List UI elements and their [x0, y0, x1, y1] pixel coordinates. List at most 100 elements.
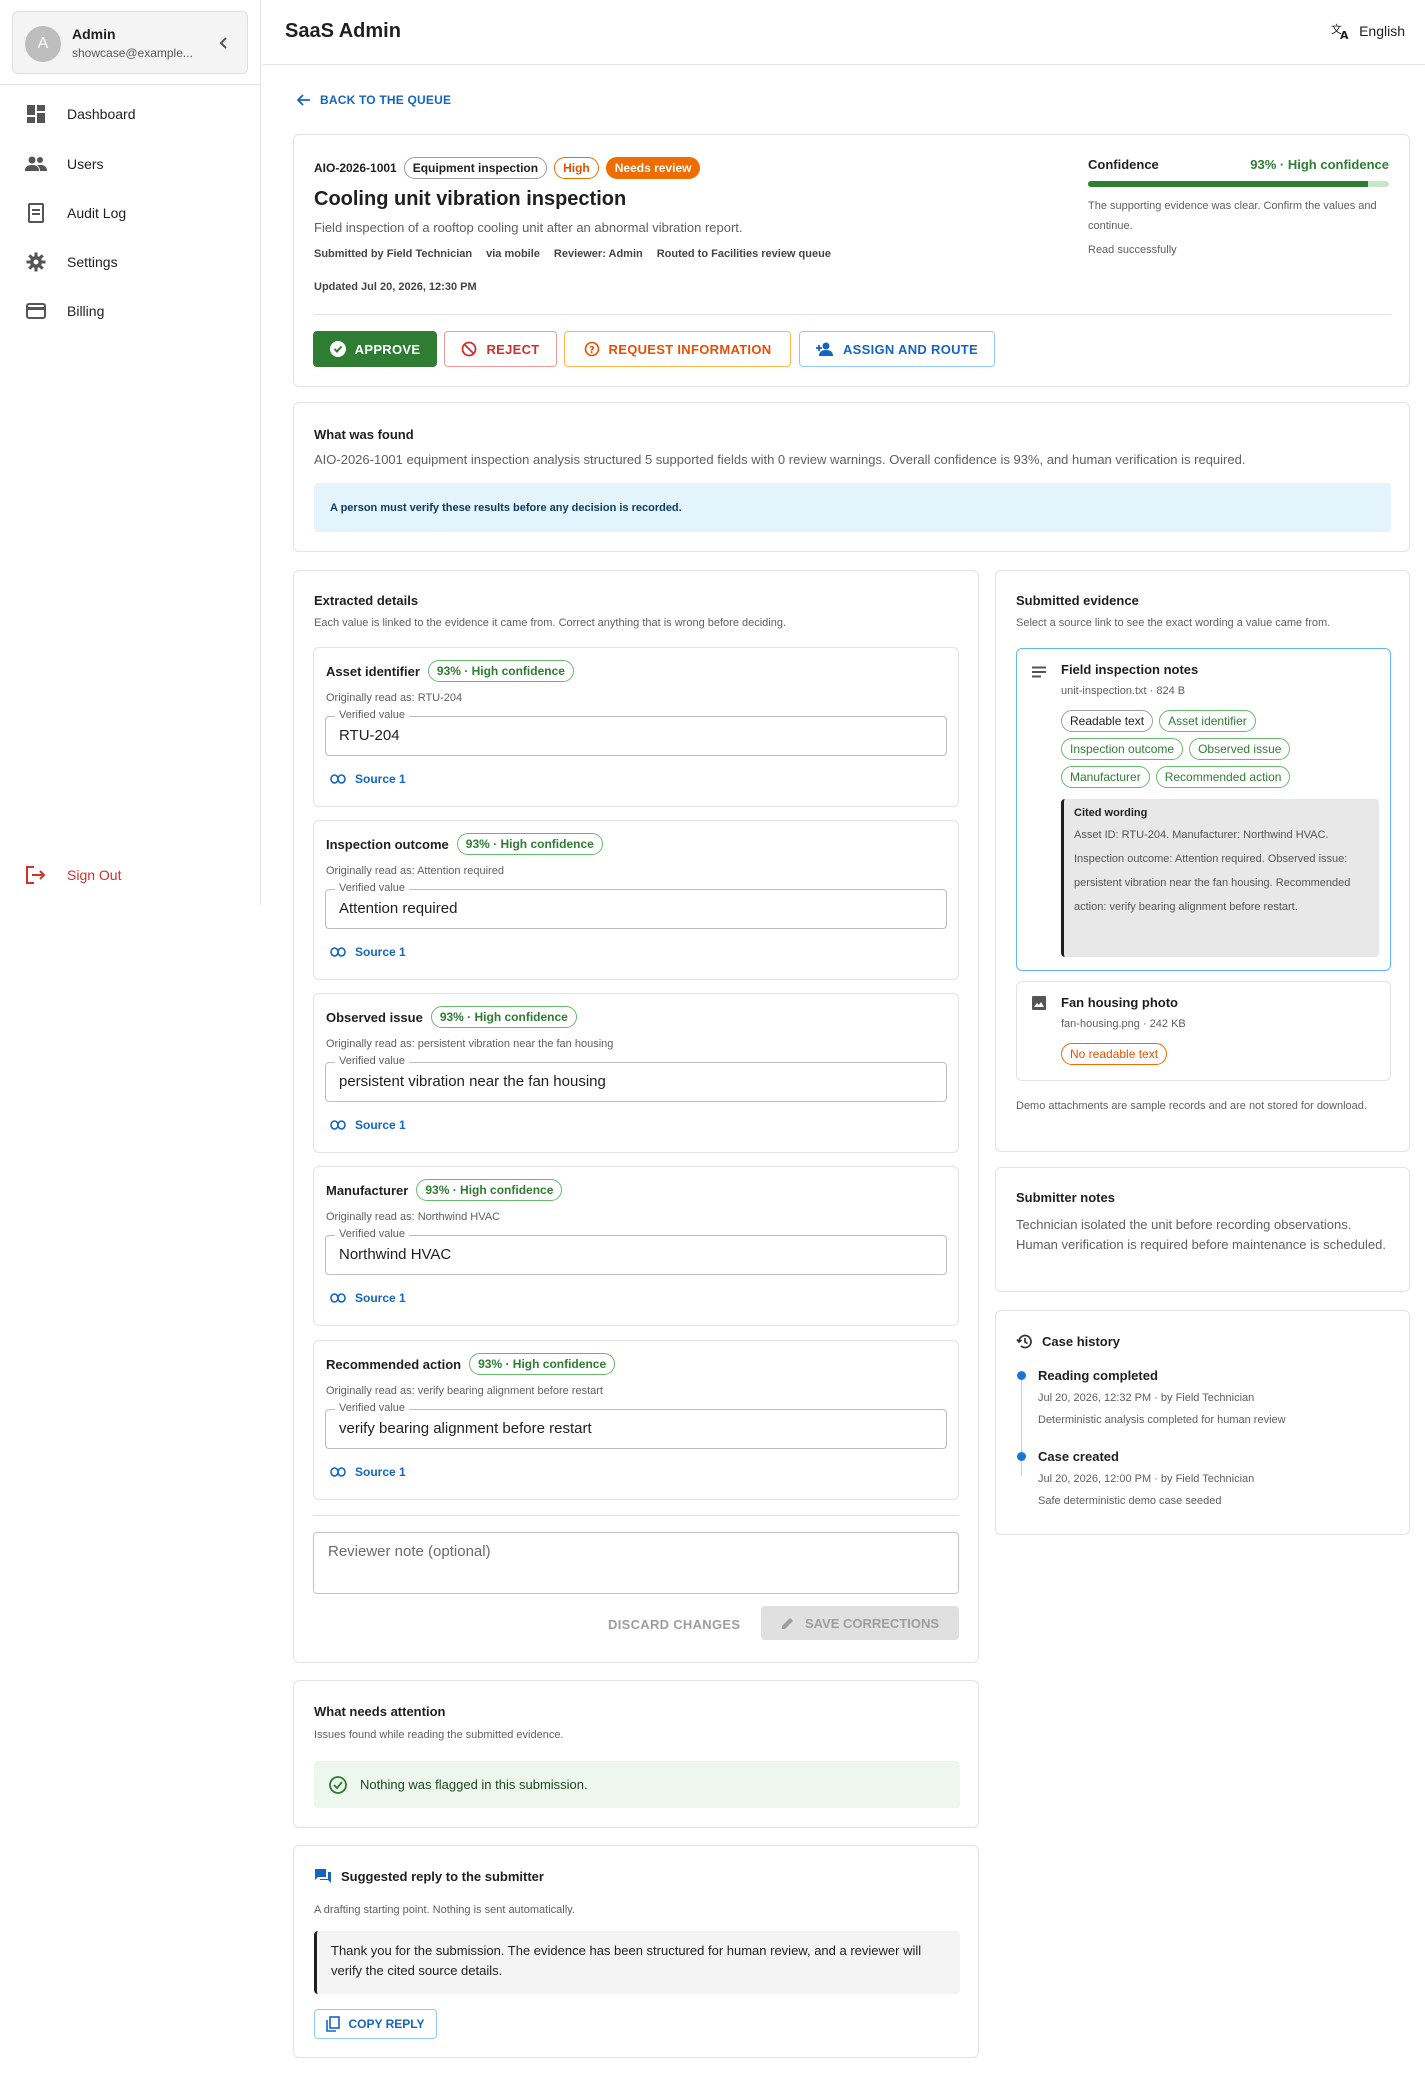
case-chip-row: AIO-2026-1001 Equipment inspection High … — [314, 157, 701, 179]
original-reading: Originally read as: Attention required — [326, 865, 504, 877]
field-header: Observed issue 93% · High confidence — [326, 1006, 577, 1028]
source-link[interactable]: Source 1 — [330, 1465, 406, 1479]
original-reading: Originally read as: RTU-204 — [326, 692, 463, 704]
evidence-item-fan-photo[interactable]: Fan housing photo fan-housing.png · 242 … — [1016, 981, 1391, 1081]
image-icon — [1032, 996, 1046, 1010]
discard-changes-button[interactable]: DISCARD CHANGES — [608, 1617, 740, 1632]
source-label: Source 1 — [355, 1118, 406, 1132]
case-title: Cooling unit vibration inspection — [314, 188, 627, 210]
confidence-label: Confidence — [1088, 157, 1159, 172]
field-name: Recommended action — [326, 1356, 462, 1372]
check-circle-outline-icon — [329, 1775, 347, 1794]
source-link[interactable]: Source 1 — [330, 772, 406, 786]
history-icon — [1016, 1334, 1032, 1349]
evidence-footnote: Demo attachments are sample records and … — [1016, 1100, 1367, 1112]
field-card-observed-issue: Observed issue 93% · High confidence Ori… — [313, 993, 959, 1153]
language-label: English — [1359, 23, 1405, 39]
source-link[interactable]: Source 1 — [330, 1118, 406, 1132]
link-icon — [330, 1293, 346, 1303]
assign-and-route-button[interactable]: ASSIGN AND ROUTE — [799, 331, 995, 367]
sign-out-button[interactable]: Sign Out — [0, 855, 261, 895]
what-was-found-card: What was found AIO-2026-1001 equipment i… — [293, 402, 1410, 552]
section-title: Submitted evidence — [1016, 593, 1139, 608]
back-to-queue-link[interactable]: BACK TO THE QUEUE — [297, 93, 451, 107]
input-label: Verified value — [335, 882, 410, 894]
profile-card[interactable]: A Admin showcase@example... — [12, 11, 248, 74]
divider — [314, 314, 1391, 315]
sidebar-item-label: Users — [67, 156, 104, 172]
field-name: Manufacturer — [326, 1182, 409, 1198]
confidence-chip: 93% · High confidence — [416, 1179, 563, 1201]
pencil-icon — [781, 1618, 793, 1629]
request-information-label: REQUEST INFORMATION — [608, 341, 772, 357]
tag-chip: Recommended action — [1155, 766, 1291, 788]
save-corrections-label: SAVE CORRECTIONS — [804, 1615, 940, 1631]
profile-name: Admin — [72, 26, 116, 42]
link-icon — [330, 1120, 346, 1130]
gear-icon — [25, 251, 47, 273]
source-link[interactable]: Source 1 — [330, 945, 406, 959]
source-link[interactable]: Source 1 — [330, 1291, 406, 1305]
history-event-detail: Deterministic analysis completed for hum… — [1038, 1414, 1286, 1426]
case-description: Field inspection of a rooftop cooling un… — [314, 220, 743, 235]
confidence-chip: 93% · High confidence — [427, 660, 574, 682]
credit-card-icon — [25, 300, 47, 322]
profile-email: showcase@example... — [72, 46, 193, 60]
confidence-bar — [1088, 181, 1389, 187]
section-title: Extracted details — [314, 593, 419, 608]
status-badge: Needs review — [605, 157, 701, 179]
case-history-card: Case history Reading completed Jul 20, 2… — [995, 1310, 1410, 1535]
input-value: Attention required — [339, 900, 458, 917]
verified-value-input[interactable]: Verified value RTU-204 — [325, 709, 947, 756]
language-selector[interactable]: 文A English — [1331, 22, 1405, 40]
copy-reply-label: COPY REPLY — [348, 2017, 425, 2031]
input-value: RTU-204 — [339, 727, 400, 744]
read-status: Read successfully — [1088, 244, 1177, 256]
collapse-sidebar-button[interactable] — [215, 34, 233, 52]
submitted-by: Submitted by Field Technician — [314, 248, 473, 260]
reviewer-note-input[interactable]: Reviewer note (optional) — [313, 1532, 959, 1594]
sidebar-item-users[interactable]: Users — [0, 144, 261, 184]
verified-value-input[interactable]: Verified value Attention required — [325, 882, 947, 929]
field-name: Inspection outcome — [326, 836, 449, 852]
verified-value-input[interactable]: Verified value persistent vibration near… — [325, 1055, 947, 1102]
section-title: Suggested reply to the submitter — [341, 1868, 544, 1884]
app-title: SaaS Admin — [285, 20, 401, 42]
request-information-button[interactable]: ? REQUEST INFORMATION — [564, 331, 791, 367]
history-event-meta: Jul 20, 2026, 12:32 PM · by Field Techni… — [1038, 1392, 1255, 1404]
sidebar-item-billing[interactable]: Billing — [0, 291, 261, 331]
timeline-dot — [1017, 1452, 1026, 1461]
divider — [313, 1515, 959, 1516]
sidebar-item-label: Dashboard — [67, 106, 136, 122]
link-icon — [330, 774, 346, 784]
approve-button[interactable]: APPROVE — [313, 331, 437, 367]
confidence-note: The supporting evidence was clear. Confi… — [1088, 200, 1377, 232]
evidence-tags: Inspection outcome Observed issue — [1061, 738, 1291, 760]
sidebar: A Admin showcase@example... Dashboard Us… — [0, 0, 261, 905]
sidebar-item-dashboard[interactable]: Dashboard — [0, 94, 261, 134]
evidence-subtitle: Select a source link to see the exact wo… — [1016, 617, 1331, 629]
timeline-dot — [1017, 1371, 1026, 1380]
evidence-item-field-notes[interactable]: Field inspection notes unit-inspection.t… — [1016, 648, 1391, 971]
field-header: Recommended action 93% · High confidence — [326, 1353, 616, 1375]
chevron-left-icon — [219, 37, 227, 49]
cited-wording: Cited wording Asset ID: RTU-204. Manufac… — [1061, 799, 1379, 957]
source-label: Source 1 — [355, 1465, 406, 1479]
evidence-tags: No readable text — [1061, 1043, 1168, 1065]
svg-text:?: ? — [589, 345, 595, 356]
tag-chip: Asset identifier — [1159, 710, 1256, 732]
sign-out-label: Sign Out — [67, 867, 122, 883]
sidebar-item-settings[interactable]: Settings — [0, 242, 261, 282]
submitter-notes-text: Technician isolated the unit before reco… — [1016, 1217, 1386, 1252]
tag-chip: Readable text — [1061, 710, 1154, 732]
reject-button[interactable]: REJECT — [444, 331, 557, 367]
reply-subtitle: A drafting starting point. Nothing is se… — [314, 1904, 575, 1916]
copy-reply-button[interactable]: COPY REPLY — [314, 2009, 437, 2039]
chat-icon — [315, 1869, 331, 1883]
sidebar-item-audit-log[interactable]: Audit Log — [0, 193, 261, 233]
extracted-subtitle: Each value is linked to the evidence it … — [314, 617, 787, 629]
verified-value-input[interactable]: Verified value Northwind HVAC — [325, 1228, 947, 1275]
save-corrections-button[interactable]: SAVE CORRECTIONS — [761, 1606, 959, 1640]
verification-banner: A person must verify these results befor… — [314, 483, 1391, 532]
verified-value-input[interactable]: Verified value verify bearing alignment … — [325, 1402, 947, 1449]
